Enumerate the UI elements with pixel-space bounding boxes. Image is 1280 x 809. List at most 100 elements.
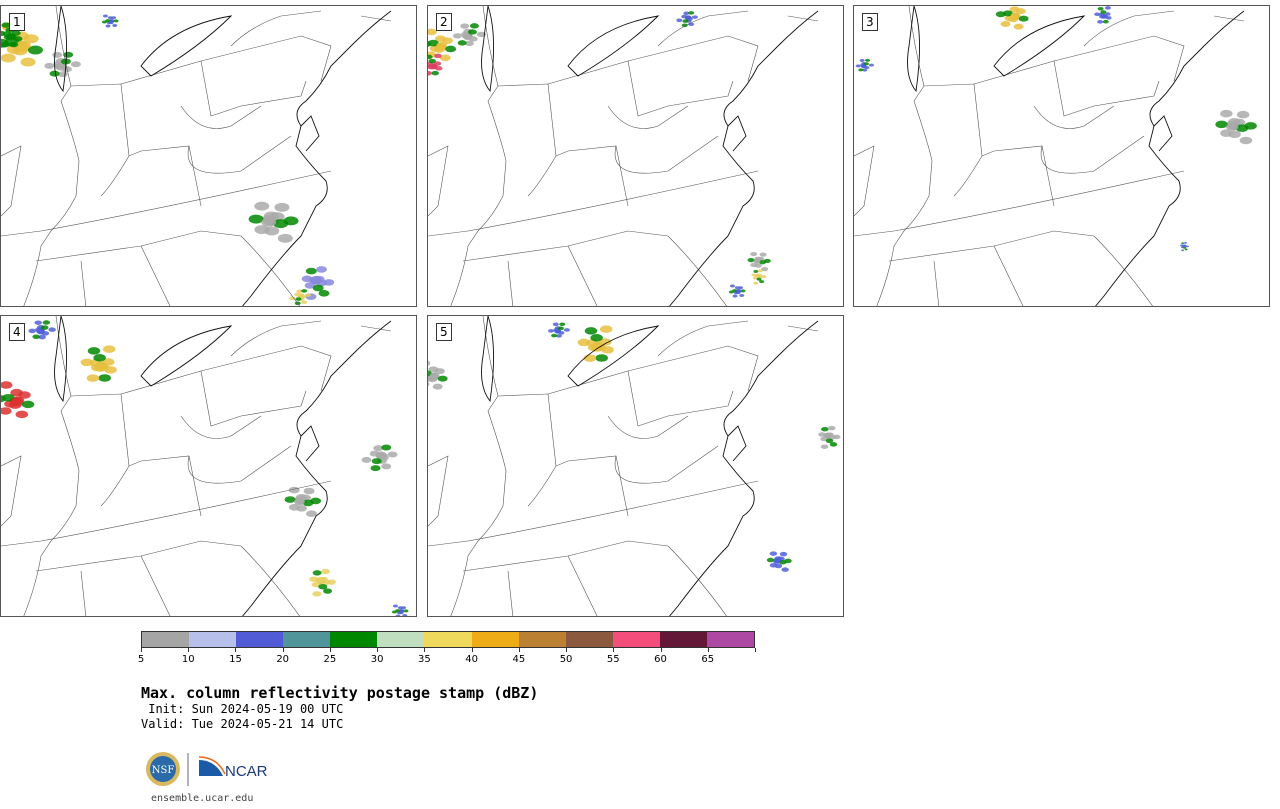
- reflectivity-echo: [1181, 249, 1185, 252]
- colorbar-swatch: [189, 632, 237, 647]
- reflectivity-echo: [308, 276, 320, 284]
- tick-label: 35: [418, 654, 431, 665]
- reflectivity-echo: [753, 259, 761, 264]
- reflectivity-echo: [1104, 6, 1111, 10]
- reflectivity-echo: [428, 360, 431, 366]
- site-url: ensemble.ucar.edu: [151, 793, 254, 804]
- reflectivity-echo: [434, 53, 442, 59]
- reflectivity-echo: [87, 347, 101, 355]
- tick-mark: [282, 648, 284, 652]
- reflectivity-echo: [820, 444, 829, 449]
- reflectivity-echo: [729, 284, 735, 288]
- panel-label: 3: [862, 13, 878, 31]
- panel-label: 4: [9, 323, 25, 341]
- reflectivity-echo: [1225, 123, 1239, 131]
- reflectivity-echo: [371, 458, 382, 465]
- reflectivity-echo: [111, 16, 117, 20]
- reflectivity-echo: [304, 293, 311, 297]
- reflectivity-echo: [303, 487, 315, 495]
- reflectivity-echo: [1097, 6, 1104, 11]
- reflectivity-echo: [1236, 110, 1250, 119]
- reflectivity-echo: [11, 396, 25, 405]
- reflectivity-echo: [98, 374, 111, 382]
- tick-mark: [377, 648, 379, 652]
- reflectivity-echo: [753, 281, 759, 285]
- tick-label: 40: [465, 654, 478, 665]
- reflectivity-echo: [295, 297, 302, 301]
- reflectivity-echo: [387, 451, 398, 458]
- reflectivity-echo: [823, 433, 831, 438]
- reflectivity-echo: [732, 294, 738, 298]
- reflectivity-echo: [584, 327, 598, 335]
- reflectivity-echo: [370, 465, 381, 472]
- reflectivity-echo: [1181, 242, 1185, 245]
- reflectivity-echo: [1100, 10, 1107, 14]
- tick-label: 25: [323, 654, 337, 665]
- panel-label: 1: [9, 13, 25, 31]
- reflectivity-echo: [453, 33, 463, 39]
- reflectivity-echo: [861, 65, 867, 69]
- svg-text:NSF: NSF: [152, 765, 175, 776]
- reflectivity-echo: [1, 407, 12, 415]
- reflectivity-echo: [428, 381, 430, 387]
- colorbar-swatch: [518, 632, 566, 647]
- tick-mark: [613, 648, 615, 652]
- tick-label: 5: [137, 654, 145, 665]
- reflectivity-echo: [753, 269, 759, 273]
- tick-mark: [755, 648, 756, 652]
- tick-label: 20: [276, 654, 290, 665]
- reflectivity-echo: [428, 71, 432, 76]
- reflectivity-map: [428, 316, 841, 616]
- reflectivity-echo: [552, 322, 559, 327]
- reflectivity-echo: [1, 53, 16, 63]
- reflectivity-echo: [469, 23, 479, 29]
- reflectivity-echo: [548, 329, 555, 333]
- reflectivity-echo: [739, 293, 745, 297]
- reflectivity-echo: [42, 320, 51, 325]
- reflectivity-echo: [781, 567, 789, 572]
- reflectivity-echo: [401, 606, 407, 610]
- colorbar-swatch: [330, 632, 378, 647]
- reflectivity-echo: [70, 61, 81, 68]
- colorbar-swatch: [471, 632, 519, 647]
- reflectivity-echo: [429, 372, 440, 379]
- reflectivity-echo: [551, 333, 558, 338]
- ensemble-member-panel-4: 4: [0, 315, 417, 617]
- tick-label: 60: [654, 654, 667, 665]
- basemap-borders: [854, 6, 1245, 306]
- reflectivity-echo: [112, 23, 118, 27]
- ensemble-member-panel-5: 5: [427, 315, 844, 617]
- reflectivity-echo: [865, 58, 871, 62]
- reflectivity-echo: [457, 40, 467, 46]
- reflectivity-echo: [738, 286, 744, 290]
- reflectivity-echo: [855, 64, 861, 68]
- reflectivity-echo: [1097, 20, 1104, 24]
- chart-title: Max. column reflectivity postage stamp (…: [141, 684, 539, 702]
- reflectivity-echo: [381, 463, 392, 470]
- colorbar-swatch: [236, 632, 284, 647]
- reflectivity-map: [1, 6, 392, 306]
- panel-label: 5: [436, 323, 452, 341]
- reflectivity-echo: [301, 300, 308, 305]
- reflectivity-echo: [779, 551, 788, 557]
- reflectivity-echo: [321, 568, 331, 575]
- reflectivity-echo: [277, 233, 293, 243]
- reflectivity-echo: [9, 41, 19, 48]
- reflectivity-echo: [1101, 14, 1108, 19]
- reflectivity-echo: [868, 63, 874, 67]
- reflectivity-echo: [316, 266, 328, 273]
- reflectivity-echo: [590, 334, 603, 342]
- reflectivity-echo: [432, 383, 443, 390]
- tick-label: 30: [370, 654, 384, 665]
- tick-label: 45: [512, 654, 526, 665]
- reflectivity-echo: [7, 34, 17, 40]
- reflectivity-echo: [863, 62, 869, 66]
- tick-mark: [707, 648, 709, 652]
- tick-label: 65: [701, 654, 715, 665]
- logos: NSF NCAR: [145, 750, 275, 794]
- tick-mark: [660, 648, 662, 652]
- reflectivity-echo: [691, 15, 698, 19]
- reflectivity-echo: [1010, 12, 1021, 19]
- tick-mark: [329, 648, 331, 652]
- tick-label: 55: [606, 654, 620, 665]
